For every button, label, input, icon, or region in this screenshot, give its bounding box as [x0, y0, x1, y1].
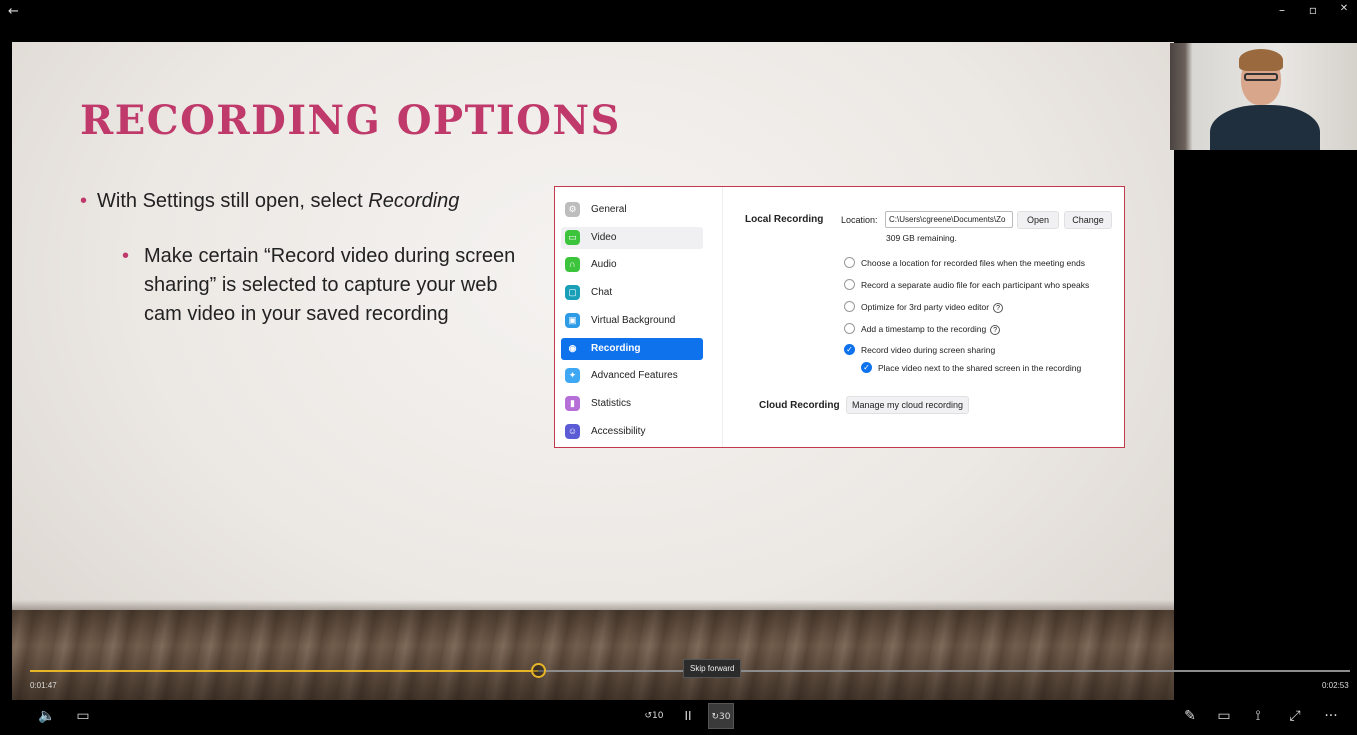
video-slide[interactable]: RECORDING OPTIONS • With Settings still o… — [12, 42, 1174, 700]
settings-nav-accessibility: ☺ Accessibility — [561, 421, 703, 443]
settings-nav-recording: ◉ Recording — [561, 337, 703, 360]
pen-icon[interactable]: ✎ — [1177, 703, 1203, 729]
settings-nav-label: Chat — [591, 287, 613, 299]
option-text-wrap: Add a timestamp to the recording? — [861, 324, 1001, 335]
checkbox-icon — [844, 323, 855, 334]
accessibility-icon: ☺ — [565, 423, 580, 439]
settings-nav-label: Audio — [591, 259, 617, 271]
bullet2-text: Make certain “Record video during screen… — [144, 245, 516, 325]
more-options-icon[interactable]: ··· — [1318, 703, 1344, 729]
skip-forward-30-icon[interactable]: ↻30 — [708, 703, 734, 729]
rewind-10-label: 10 — [652, 711, 664, 721]
location-label: Location: — [841, 215, 878, 225]
option-text-wrap: Optimize for 3rd party video editor? — [861, 302, 1004, 313]
location-field: C:\Users\cgreene\Documents\Zo — [885, 211, 1013, 228]
volume-icon[interactable]: 🔈 — [34, 703, 60, 729]
general-icon: ⚙ — [565, 202, 580, 217]
change-button: Change — [1064, 211, 1112, 229]
help-icon: ? — [993, 302, 1004, 313]
media-player-window: ← – ▫ ✕ RECORDING OPTIONS • With Settings… — [0, 0, 1357, 735]
restore-icon[interactable]: ▫ — [1303, 3, 1323, 17]
bullet-dot: • — [122, 245, 130, 267]
cloud-recording-label: Cloud Recording — [759, 400, 840, 411]
bullet1-text: With Settings still open, select — [97, 190, 369, 212]
checked-checkbox-icon: ✓ — [844, 344, 855, 355]
advanced-features-icon: ✦ — [565, 368, 580, 384]
help-icon: ? — [990, 324, 1001, 335]
close-icon[interactable]: ✕ — [1334, 3, 1354, 14]
settings-nav-label: Statistics — [591, 397, 632, 409]
video-icon: ▭ — [565, 229, 580, 245]
statistics-icon: ▮ — [565, 395, 580, 411]
open-button: Open — [1017, 211, 1059, 229]
virtual-background-icon: ▣ — [565, 312, 580, 328]
slide-title: RECORDING OPTIONS — [80, 97, 621, 144]
option-text-wrap: Place video next to the shared screen in… — [878, 363, 1081, 373]
settings-nav-chat: ▢ Chat — [561, 282, 703, 304]
presenter-body — [1210, 105, 1320, 150]
checkbox-icon — [844, 301, 855, 312]
pause-icon[interactable]: II — [675, 703, 701, 729]
wood-floor-background — [12, 610, 1174, 700]
presenter-hair — [1239, 49, 1283, 71]
recording-option-label: Add a timestamp to the recording — [861, 324, 987, 334]
settings-nav-video: ▭ Video — [561, 226, 703, 249]
recording-option-label: Record a separate audio file for each pa… — [861, 280, 1090, 290]
recording-option-label: Place video next to the shared screen in… — [878, 363, 1082, 373]
settings-nav-label: Recording — [591, 342, 641, 354]
zoom-settings-screenshot: ⚙ General ▭ Video ∩ Audio ▢ Chat ▣ Virtual Backgr… — [554, 186, 1125, 448]
fullscreen-icon[interactable]: ⤢ — [1282, 703, 1308, 729]
bullet1-emphasis: Recording — [368, 190, 460, 212]
settings-nav: ⚙ General ▭ Video ∩ Audio ▢ Chat ▣ Virtual Backgr… — [555, 187, 723, 447]
checkbox-icon — [844, 257, 855, 268]
bullet-record-video-tip: • Make certain “Record video during scre… — [122, 242, 522, 329]
settings-nav-audio: ∩ Audio — [561, 254, 703, 276]
skip-forward-tooltip: Skip forward — [683, 659, 742, 678]
option-text-wrap: Record a separate audio file for each pa… — [861, 280, 1089, 290]
settings-nav-label: Advanced Features — [591, 370, 678, 382]
settings-nav-label: Virtual Background — [591, 314, 676, 326]
local-recording-label: Local Recording — [745, 214, 824, 225]
settings-nav-virtual-background: ▣ Virtual Background — [561, 310, 703, 332]
manage-cloud-button: Manage my cloud recording — [846, 396, 969, 414]
title-bar: ← – ▫ ✕ — [0, 0, 1357, 30]
back-arrow-icon[interactable]: ← — [8, 4, 19, 19]
total-time: 0:02:53 — [1322, 681, 1349, 690]
seek-progress — [30, 670, 539, 672]
settings-nav-label: General — [591, 204, 627, 215]
current-time: 0:01:47 — [30, 681, 57, 690]
chat-icon: ▢ — [565, 285, 580, 301]
settings-nav-general: ⚙ General — [561, 199, 703, 221]
option-text-wrap: Record video during screen sharing — [861, 345, 995, 355]
recording-option-label: Optimize for 3rd party video editor — [861, 302, 990, 312]
skip-forward-30-label: 30 — [719, 712, 731, 722]
cast-icon[interactable]: ⟟ — [1245, 703, 1271, 729]
settings-nav-statistics: ▮ Statistics — [561, 393, 703, 415]
option-text-wrap: Choose a location for recorded files whe… — [861, 258, 1085, 268]
recording-panel: Local Recording Location: C:\Users\cgree… — [723, 187, 1124, 447]
settings-nav-advanced-features: ✦ Advanced Features — [561, 365, 703, 387]
mini-view-icon[interactable]: ▭ — [1211, 703, 1237, 729]
checkbox-icon — [844, 279, 855, 290]
recording-option-label: Choose a location for recorded files whe… — [861, 258, 1085, 268]
recording-icon: ◉ — [565, 340, 580, 356]
audio-icon: ∩ — [565, 257, 580, 273]
captions-icon[interactable]: ▭ — [70, 703, 96, 729]
remaining-space: 309 GB remaining. — [886, 233, 957, 243]
rewind-10-icon[interactable]: ↺10 — [641, 703, 667, 729]
settings-nav-label: Video — [591, 231, 617, 243]
floor-shadow — [12, 600, 1174, 610]
recording-option-label: Record video during screen sharing — [861, 345, 996, 355]
bullet-dot: • — [80, 190, 88, 212]
presenter-glasses — [1244, 73, 1278, 81]
bullet-select-recording: • With Settings still open, select Record… — [80, 190, 459, 213]
checked-checkbox-icon: ✓ — [861, 362, 872, 373]
settings-nav-label: Accessibility — [591, 425, 646, 437]
presenter-webcam — [1170, 43, 1357, 150]
minimize-icon[interactable]: – — [1272, 3, 1292, 17]
